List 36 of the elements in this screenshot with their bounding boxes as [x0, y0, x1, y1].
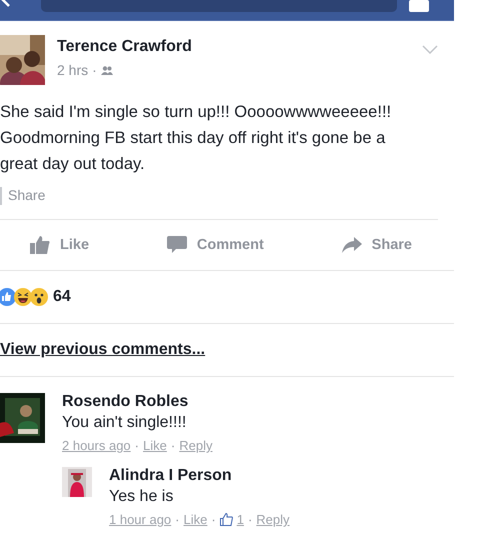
commenter-name[interactable]: Rosendo Robles	[62, 393, 188, 411]
comment-text: You ain't single!!!!	[62, 414, 186, 432]
laughing-reaction-icon	[14, 288, 32, 306]
comment-link[interactable]: 2 hours ago	[62, 438, 131, 453]
comment-link[interactable]: 1 hour ago	[109, 512, 172, 527]
post-time[interactable]: 2 hrs	[57, 62, 88, 78]
separator: ·	[92, 62, 97, 78]
friends-icon	[100, 66, 113, 74]
chevron-down-icon[interactable]	[422, 45, 438, 54]
messenger-icon[interactable]	[409, 0, 429, 12]
author-name[interactable]: Terence Crawford	[57, 38, 192, 56]
separator: ·	[248, 512, 252, 527]
separator: ·	[175, 512, 180, 527]
thumbs-up-icon	[220, 513, 233, 526]
action-button[interactable]: Like	[30, 236, 90, 254]
separator: ·	[134, 438, 140, 453]
speech-bubble-icon	[166, 236, 187, 254]
commenter-name[interactable]: Alindra I Person	[109, 467, 232, 485]
thumbs-up-icon	[30, 236, 50, 254]
post-text: She said I'm single so turn up!!! Ooooowwwweeeee!!! Goodmorning FB start this day off right it's gone be a great day out today.	[0, 102, 392, 175]
action-button[interactable]: Share	[342, 237, 412, 253]
comment-link[interactable]: Reply	[256, 512, 290, 527]
comment-link[interactable]: Reply	[179, 438, 212, 453]
search-field[interactable]	[41, 0, 397, 12]
share-link[interactable]: Share	[8, 187, 46, 203]
comment-text: Yes he is	[109, 488, 174, 506]
comment-link[interactable]: Like	[143, 438, 167, 453]
comment-link[interactable]: Like	[184, 512, 208, 527]
action-button[interactable]: Comment	[166, 236, 264, 254]
separator: ·	[170, 438, 176, 453]
separator: ·	[211, 512, 216, 527]
view-previous-comments-link[interactable]: View previous comments...	[0, 324, 454, 376]
like-count[interactable]: 1	[236, 512, 244, 527]
reaction-count[interactable]: 64	[53, 288, 71, 306]
share-arrow-icon	[342, 237, 362, 253]
surprised-reaction-icon	[30, 288, 48, 306]
